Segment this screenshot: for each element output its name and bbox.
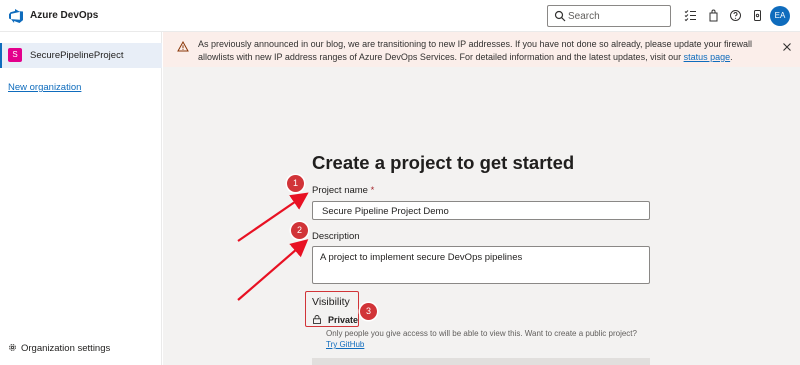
- step-1-badge: 1: [287, 175, 304, 192]
- sidebar: S SecurePipelineProject New organization…: [0, 32, 162, 365]
- search-box[interactable]: Search: [547, 5, 671, 27]
- organization-settings-link[interactable]: Organization settings: [8, 343, 110, 354]
- description-label: Description: [312, 231, 360, 242]
- close-icon[interactable]: [782, 42, 792, 52]
- user-avatar[interactable]: EA: [770, 6, 790, 26]
- project-name-label: Project name *: [312, 185, 375, 196]
- top-bar: Azure DevOps Search EA: [0, 0, 800, 32]
- visibility-note: Only people you give access to will be a…: [326, 329, 637, 349]
- shopping-bag-icon[interactable]: [707, 9, 720, 22]
- task-list-icon[interactable]: [684, 9, 697, 22]
- search-placeholder: Search: [568, 11, 600, 22]
- gear-icon: [9, 344, 16, 351]
- description-textarea[interactable]: A project to implement secure DevOps pip…: [312, 246, 650, 284]
- azure-devops-logo-icon[interactable]: [8, 8, 24, 24]
- sidebar-item-label: SecurePipelineProject: [30, 50, 124, 61]
- app-title[interactable]: Azure DevOps: [30, 10, 98, 21]
- banner-message: As previously announced in our blog, we …: [198, 39, 753, 62]
- description-value: A project to implement secure DevOps pip…: [320, 252, 523, 263]
- new-organization-link[interactable]: New organization: [8, 82, 81, 93]
- settings-icon[interactable]: [751, 9, 764, 22]
- help-icon[interactable]: [729, 9, 742, 22]
- ip-warning-banner: As previously announced in our blog, we …: [163, 32, 800, 67]
- create-button-area[interactable]: [312, 358, 650, 365]
- project-name-value: Secure Pipeline Project Demo: [322, 206, 449, 217]
- visibility-private-option[interactable]: Private: [328, 315, 358, 325]
- visibility-label: Visibility: [312, 296, 350, 308]
- project-avatar: S: [8, 48, 22, 62]
- try-github-link[interactable]: Try GitHub: [326, 340, 364, 349]
- page-title: Create a project to get started: [312, 152, 575, 173]
- main-content: As previously announced in our blog, we …: [163, 32, 800, 365]
- step-3-badge: 3: [360, 303, 377, 320]
- sidebar-item-project[interactable]: S SecurePipelineProject: [0, 43, 162, 68]
- project-name-input[interactable]: Secure Pipeline Project Demo: [312, 201, 650, 220]
- step-2-badge: 2: [291, 222, 308, 239]
- required-asterisk: *: [370, 185, 375, 196]
- status-page-link[interactable]: status page: [684, 52, 731, 62]
- search-icon: [554, 10, 566, 22]
- warning-icon: [177, 41, 189, 52]
- lock-icon: [313, 315, 321, 324]
- organization-settings-label: Organization settings: [21, 343, 111, 354]
